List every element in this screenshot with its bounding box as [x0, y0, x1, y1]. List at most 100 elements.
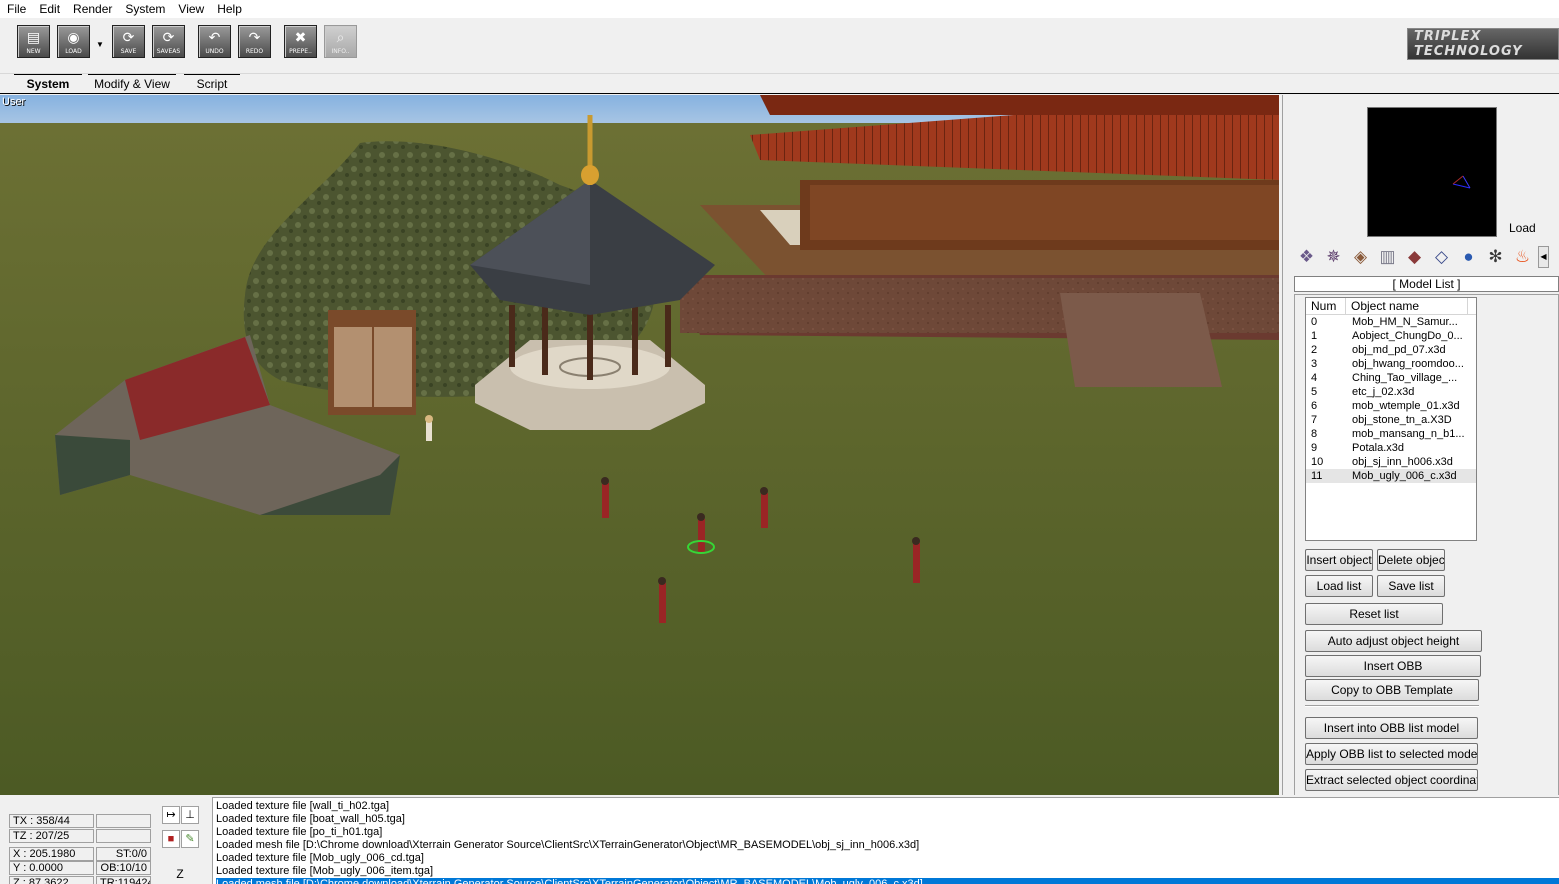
load-dropdown-arrow-icon[interactable]: ▼: [96, 40, 104, 49]
move-arrow-icon[interactable]: ↦: [162, 806, 180, 824]
model-list-row[interactable]: 0 Mob_HM_N_Samur...: [1306, 315, 1476, 329]
model-list-row[interactable]: 1 Aobject_ChungDo_0...: [1306, 329, 1476, 343]
model-list-row[interactable]: 10 obj_sj_inn_h006.x3d: [1306, 455, 1476, 469]
redo-button[interactable]: ↷ REDO: [238, 25, 271, 58]
saveas-button-label: SAVEAS: [156, 48, 181, 55]
model-num: 0: [1311, 316, 1318, 328]
y-readout: Y : 0.0000: [9, 861, 94, 875]
globe-icon[interactable]: ●: [1455, 245, 1482, 269]
log-line[interactable]: Loaded mesh file [D:\Chrome download\Xte…: [216, 839, 1559, 852]
camera-icon[interactable]: ■: [162, 830, 180, 848]
model-list-row[interactable]: 6 mob_wtemple_01.x3d: [1306, 399, 1476, 413]
palace-lattice: [810, 185, 1279, 240]
undo-button[interactable]: ↶ UNDO: [198, 25, 231, 58]
model-name: mob_mansang_n_b1...: [1352, 428, 1465, 440]
insert-obb-button[interactable]: Insert OBB: [1305, 655, 1481, 677]
log-line[interactable]: Loaded texture file [boat_wall_h05.tga]: [216, 813, 1559, 826]
reset-list-button[interactable]: Reset list: [1305, 603, 1443, 625]
model-list-row[interactable]: 9 Potala.x3d: [1306, 441, 1476, 455]
log-line[interactable]: Loaded texture file [wall_ti_h02.tga]: [216, 800, 1559, 813]
model-name: mob_wtemple_01.x3d: [1352, 400, 1460, 412]
model-list-row[interactable]: 7 obj_stone_tn_a.X3D: [1306, 413, 1476, 427]
new-button[interactable]: ▤ NEW: [17, 25, 50, 58]
model-list-row[interactable]: 8 mob_mansang_n_b1...: [1306, 427, 1476, 441]
model-list-row[interactable]: 2 obj_md_pd_07.x3d: [1306, 343, 1476, 357]
model-list-row[interactable]: 4 Ching_Tao_village_...: [1306, 371, 1476, 385]
panel-divider: [1305, 705, 1479, 707]
model-name: Mob_HM_N_Samur...: [1352, 316, 1458, 328]
x-readout: X : 205.1980: [9, 847, 94, 861]
saveas-button[interactable]: ⟳ SAVEAS: [152, 25, 185, 58]
align-up-icon[interactable]: ⊥: [181, 806, 199, 824]
tree-icon[interactable]: ❖: [1293, 245, 1320, 269]
menu-system[interactable]: System: [118, 0, 171, 18]
info-magnifier-icon: ⌕: [336, 29, 345, 45]
log-lines: Loaded texture file [wall_ti_h02.tga] Loa…: [216, 800, 1559, 884]
tile-icon[interactable]: ◈: [1347, 245, 1374, 269]
palace-stairs: [1060, 293, 1222, 387]
toolbar: ▤ NEW ◉ LOAD ▼ ⟳ SAVE ⟳ SAVEAS ↶ UNDO ↷ …: [0, 18, 1559, 74]
log-line[interactable]: Loaded mesh file [D:\Chrome download\Xte…: [216, 878, 1559, 884]
load-list-button[interactable]: Load list: [1305, 575, 1373, 597]
model-name: obj_md_pd_07.x3d: [1352, 344, 1446, 356]
model-list-row[interactable]: 5 etc_j_02.x3d: [1306, 385, 1476, 399]
tab-script[interactable]: Script: [184, 74, 240, 93]
column-num[interactable]: Num: [1306, 298, 1346, 314]
auto-adjust-height-button[interactable]: Auto adjust object height: [1305, 630, 1482, 652]
model-name: obj_hwang_roomdoo...: [1352, 358, 1464, 370]
load-label[interactable]: Load: [1509, 221, 1536, 235]
building-icon[interactable]: ▥: [1374, 245, 1401, 269]
model-num: 2: [1311, 344, 1318, 356]
prepare-button[interactable]: ✖ PREPE..: [284, 25, 317, 58]
log-line[interactable]: Loaded texture file [Mob_ugly_006_item.t…: [216, 865, 1559, 878]
delete-object-button[interactable]: Delete object: [1377, 549, 1445, 571]
model-name: Potala.x3d: [1352, 442, 1404, 454]
menu-help[interactable]: Help: [210, 0, 248, 18]
apply-obb-list-button[interactable]: Apply OBB list to selected models: [1305, 743, 1478, 765]
output-log[interactable]: Loaded texture file [wall_ti_h02.tga] Loa…: [212, 797, 1559, 884]
object-type-toolbar: ❖ ✵ ◈ ▥ ◆ ◇ ● ✻ ♨ ◀: [1293, 245, 1549, 271]
fire-icon[interactable]: ♨: [1509, 245, 1536, 269]
model-list-row[interactable]: 3 obj_hwang_roomdoo...: [1306, 357, 1476, 371]
scroll-left-icon[interactable]: ◀: [1538, 246, 1549, 268]
insert-object-button[interactable]: Insert object: [1305, 549, 1373, 571]
model-name: Mob_ugly_006_c.x3d: [1352, 470, 1457, 482]
tab-modify-view[interactable]: Modify & View: [88, 74, 176, 93]
extract-coordinates-button[interactable]: Extract selected object coordinates: [1305, 769, 1478, 791]
tx-extra-readout: [96, 814, 151, 828]
log-line[interactable]: Loaded texture file [po_ti_h01.tga]: [216, 826, 1559, 839]
pavilion-finial: [581, 165, 599, 185]
st-readout: ST:0/0: [96, 847, 151, 861]
tab-bar: System Modify & View Script: [0, 74, 1559, 94]
z-axis-button[interactable]: Z: [171, 866, 189, 884]
load-button[interactable]: ◉ LOAD: [57, 25, 90, 58]
log-line[interactable]: Loaded texture file [Mob_ugly_006_cd.tga…: [216, 852, 1559, 865]
menu-edit[interactable]: Edit: [32, 0, 66, 18]
terrain-icon[interactable]: ◇: [1428, 245, 1455, 269]
plant-icon[interactable]: ✻: [1482, 245, 1509, 269]
menu-file[interactable]: File: [0, 0, 32, 18]
3d-viewport[interactable]: User: [0, 95, 1279, 795]
insert-into-obb-list-button[interactable]: Insert into OBB list model: [1305, 717, 1478, 739]
gem-icon[interactable]: ◆: [1401, 245, 1428, 269]
logo-line1: TRIPLEX: [1414, 29, 1482, 44]
tr-readout: TR:119424: [96, 876, 151, 884]
menu-view[interactable]: View: [171, 0, 210, 18]
column-object-name[interactable]: Object name: [1346, 298, 1468, 314]
menu-render[interactable]: Render: [66, 0, 118, 18]
info-button[interactable]: ⌕ INFO..: [324, 25, 357, 58]
copy-to-obb-template-button[interactable]: Copy to OBB Template: [1305, 679, 1479, 701]
palace-upper-roof: [760, 95, 1279, 115]
model-preview[interactable]: [1367, 107, 1497, 237]
model-list[interactable]: Num Object name 0 Mob_HM_N_Samur... 1 Aobje…: [1305, 297, 1477, 541]
select-pen-icon[interactable]: ✎: [181, 830, 199, 848]
model-list-row[interactable]: 11 Mob_ugly_006_c.x3d: [1306, 469, 1476, 483]
ob-readout: OB:10/10: [96, 861, 151, 875]
save-button[interactable]: ⟳ SAVE: [112, 25, 145, 58]
menu-bar: File Edit Render System View Help: [0, 0, 1559, 18]
model-num: 4: [1311, 372, 1318, 384]
save-list-button[interactable]: Save list: [1377, 575, 1445, 597]
tab-system[interactable]: System: [14, 74, 82, 93]
model-num: 9: [1311, 442, 1318, 454]
star-icon[interactable]: ✵: [1320, 245, 1347, 269]
